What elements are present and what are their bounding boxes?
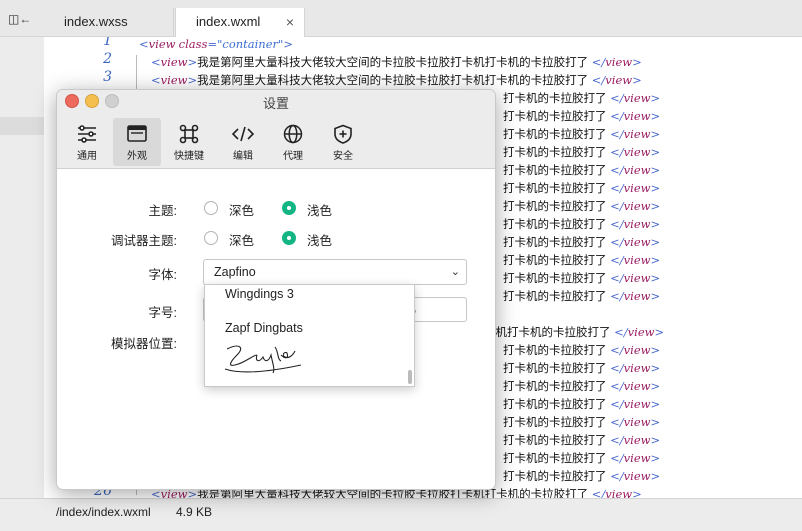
toolbar-label: 安全 — [333, 151, 353, 162]
tab-label: index.wxml — [196, 14, 261, 29]
code-line: 打卡机的卡拉胶打了 </view> — [503, 451, 661, 465]
zapfino-sample-glyph — [224, 345, 302, 374]
debugger-theme-dark-label: 深色 — [229, 234, 255, 248]
code-line: 打卡机的卡拉胶打了 </view> — [503, 343, 661, 357]
toolbar-editor[interactable]: 编辑 — [219, 118, 267, 166]
code-line: 打卡机的卡拉胶打了 </view> — [503, 361, 661, 375]
code-line: 打卡机的卡拉胶打了 </view> — [503, 289, 661, 303]
code-line: 打卡机的卡拉胶打了 </view> — [503, 181, 661, 195]
toolbar-label: 通用 — [77, 151, 97, 162]
dropdown-scrollbar[interactable] — [408, 370, 412, 384]
code-line: 打卡机的卡拉胶打了 </view> — [503, 235, 661, 249]
code-line: 打卡机的卡拉胶打了 </view> — [503, 379, 661, 393]
font-select-value: Zapfino — [214, 265, 256, 279]
globe-icon — [283, 124, 303, 144]
code-line: 打卡机的卡拉胶打了 </view> — [503, 127, 661, 141]
code-line: <view>我是第阿里大量科技大佬较大空间的卡拉胶卡拉胶打卡机打卡机的卡拉胶打了… — [151, 55, 642, 69]
toolbar-shortcuts[interactable]: 快捷键 — [165, 118, 213, 166]
font-option-zapfino[interactable] — [223, 341, 305, 380]
line-number: 1 — [103, 37, 112, 49]
status-file-path: /index/index.wxml — [56, 505, 151, 519]
window-icon — [127, 125, 147, 142]
code-line: <view class="container"> — [139, 37, 293, 51]
simulator-position-label: 模拟器位置: — [111, 337, 177, 351]
font-size-label: 字号: — [148, 306, 177, 320]
code-line: 打卡机的卡拉胶打了 </view> — [503, 163, 661, 177]
command-key-icon — [179, 124, 199, 144]
close-icon[interactable]: × — [286, 8, 294, 36]
tab-bar: ◫← index.wxss index.wxml × — [0, 0, 802, 37]
toolbar-general[interactable]: 通用 — [63, 118, 111, 166]
toolbar-label: 快捷键 — [174, 151, 204, 162]
tab-index-wxml[interactable]: index.wxml × — [175, 8, 305, 37]
toolbar-appearance[interactable]: 外观 — [113, 118, 161, 166]
debugger-theme-light-radio[interactable] — [282, 231, 296, 245]
theme-light-label: 浅色 — [307, 204, 333, 218]
toolbar-label: 外观 — [127, 151, 147, 162]
dialog-titlebar: 设置 通用 外观 快捷键 编辑 代理 安全 — [57, 90, 495, 169]
font-select[interactable]: Zapfino ⌄ — [203, 259, 467, 285]
font-dropdown-list: Wingdings 3 Zapf Dingbats — [204, 284, 415, 387]
toolbar-proxy[interactable]: 代理 — [269, 118, 317, 166]
theme-dark-label: 深色 — [229, 204, 255, 218]
theme-label: 主题: — [148, 204, 177, 218]
activity-bar-selection — [0, 117, 44, 135]
code-line: 打卡机的卡拉胶打了 </view> — [503, 469, 661, 483]
code-line: 打卡机的卡拉胶打了 </view> — [503, 397, 661, 411]
debugger-theme-dark-radio[interactable] — [204, 231, 218, 245]
activity-bar — [0, 37, 44, 498]
status-bar: /index/index.wxml 4.9 KB — [0, 498, 802, 531]
code-line: <view>我是第阿里大量科技大佬较大空间的卡拉胶卡拉胶打卡机打卡机的卡拉胶打了… — [151, 73, 642, 87]
debugger-theme-light-label: 浅色 — [307, 234, 333, 248]
sidebar-toggle-icon[interactable]: ◫← — [8, 12, 31, 26]
sliders-icon — [78, 125, 96, 143]
font-option-wingdings-3[interactable]: Wingdings 3 — [225, 287, 294, 301]
toolbar-label: 编辑 — [233, 151, 253, 162]
code-icon — [231, 126, 255, 142]
code-line: 打卡机的卡拉胶打了 </view> — [503, 253, 661, 267]
code-line: 打卡机的卡拉胶打了 </view> — [503, 91, 661, 105]
toolbar-label: 代理 — [283, 151, 303, 162]
code-line: 打卡机的卡拉胶打了 </view> — [503, 433, 661, 447]
status-file-size: 4.9 KB — [176, 505, 213, 519]
code-line: 打卡机的卡拉胶打了 </view> — [503, 109, 661, 123]
code-line: 打卡机的卡拉胶打了 </view> — [503, 145, 661, 159]
theme-light-radio[interactable] — [282, 201, 296, 215]
chevron-down-icon: ⌄ — [450, 266, 460, 278]
code-line: 打卡机的卡拉胶打了 </view> — [503, 217, 661, 231]
line-number: 2 — [103, 51, 112, 67]
theme-dark-radio[interactable] — [204, 201, 218, 215]
tab-index-wxss[interactable]: index.wxss — [44, 8, 174, 36]
shield-plus-icon — [334, 124, 352, 144]
font-option-zapf-dingbats[interactable]: Zapf Dingbats — [225, 321, 303, 335]
tab-label: index.wxss — [64, 14, 128, 29]
code-line: 打卡机的卡拉胶打了 </view> — [503, 199, 661, 213]
code-line: 打卡机的卡拉胶打了 </view> — [503, 415, 661, 429]
code-line: 打卡机的卡拉胶打了 </view> — [503, 271, 661, 285]
font-label: 字体: — [148, 268, 177, 282]
toolbar-security[interactable]: 安全 — [319, 118, 367, 166]
dialog-title: 设置 — [262, 96, 289, 111]
debugger-theme-label: 调试器主题: — [111, 234, 177, 248]
code-line: 卡机打卡机的卡拉胶打了 </view> — [484, 325, 665, 339]
line-number: 3 — [103, 69, 112, 85]
settings-dialog: 设置 通用 外观 快捷键 编辑 代理 安全 主题: 深色 浅色 调试器主题: 深… — [56, 89, 496, 490]
